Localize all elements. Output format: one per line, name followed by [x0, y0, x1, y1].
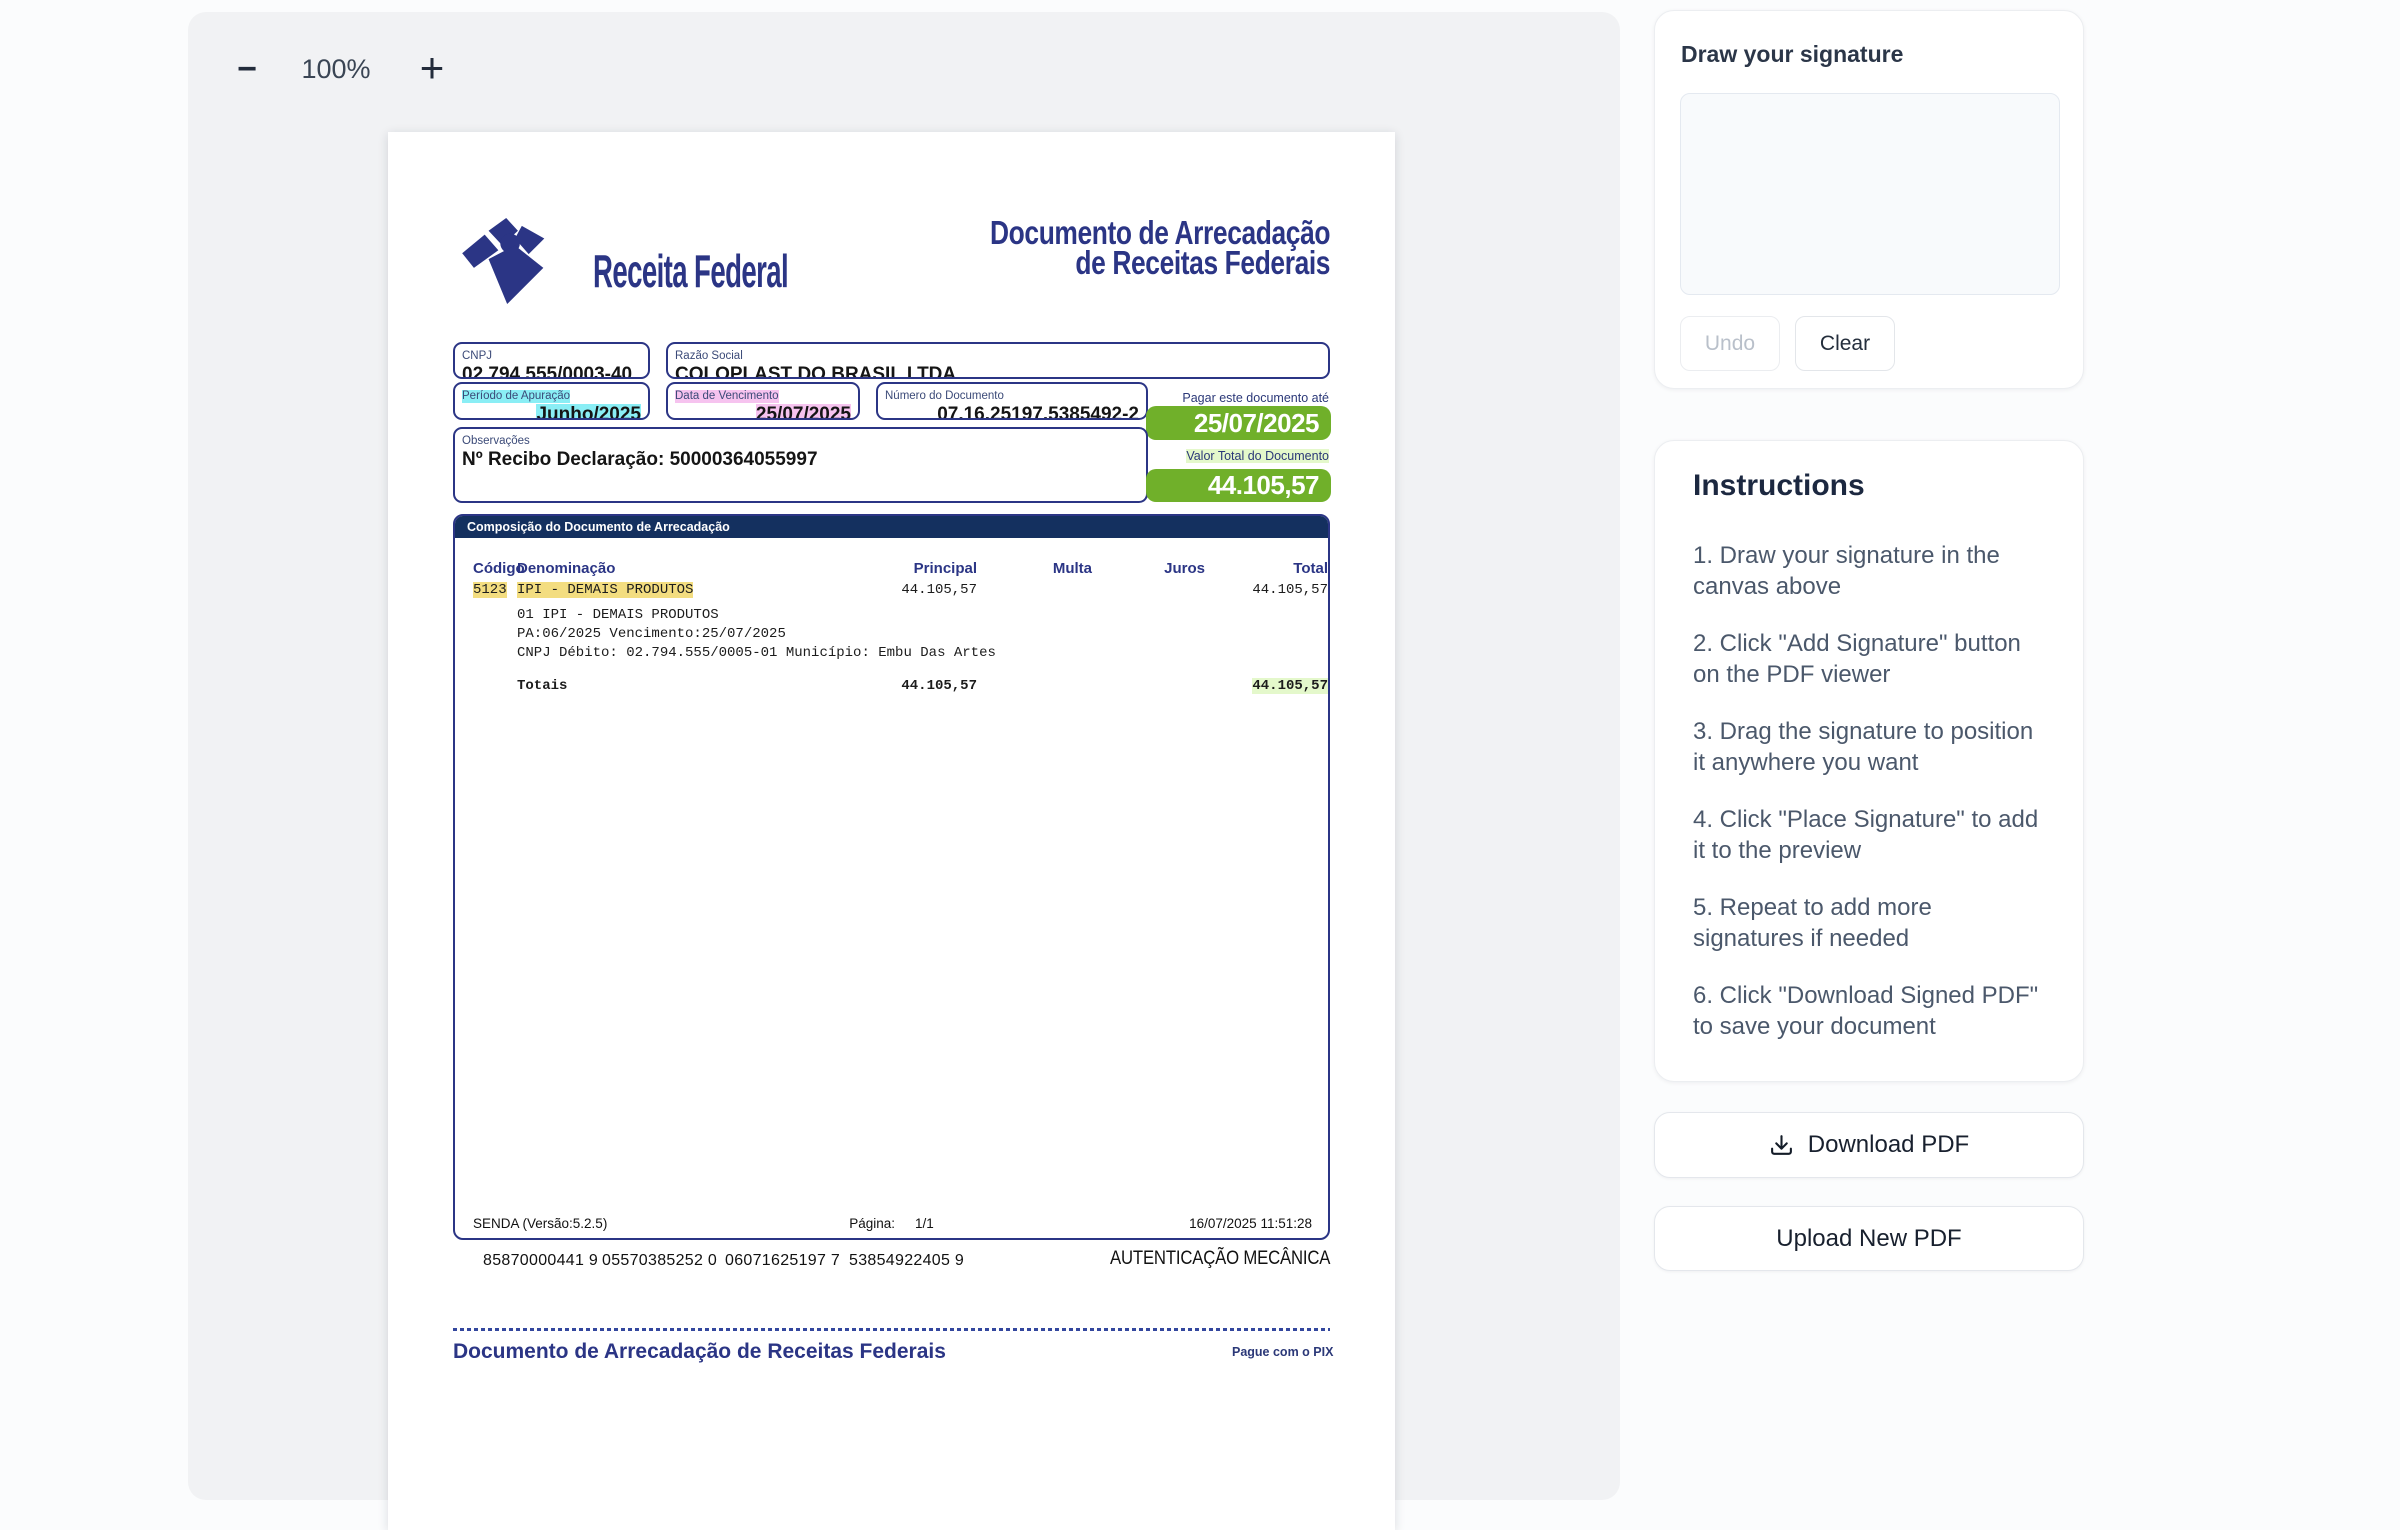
- undo-button[interactable]: Undo: [1680, 316, 1780, 371]
- column-header-total: Total: [455, 560, 1328, 577]
- pix-label: Pague com o PIX: [1232, 1345, 1333, 1359]
- signature-canvas[interactable]: [1680, 93, 2060, 295]
- composition-table: Composição do Documento de Arrecadação C…: [453, 514, 1330, 1240]
- instructions-title: Instructions: [1693, 469, 1865, 503]
- field-periodo-label: Período de Apuração: [462, 390, 570, 403]
- autenticacao-mecanica-label: AUTENTICAÇÃO MECÂNICA: [1110, 1248, 1330, 1270]
- field-numero-label: Número do Documento: [885, 390, 1004, 403]
- instructions-steps: 1. Draw your signature in the canvas abo…: [1693, 540, 2049, 1068]
- field-observacoes-label: Observações: [462, 435, 530, 448]
- composition-table-header-bar: Composição do Documento de Arrecadação: [455, 516, 1328, 538]
- valor-total-label-wrap: Valor Total do Documento: [1029, 449, 1329, 463]
- upload-new-pdf-label: Upload New PDF: [1776, 1225, 1961, 1253]
- document-title-line2: de Receitas Federais: [990, 248, 1330, 278]
- zoom-out-button[interactable]: −: [224, 46, 270, 92]
- zoom-in-button[interactable]: +: [406, 42, 458, 94]
- field-razao-social-value: COLOPLAST DO BRASIL LTDA: [675, 364, 1321, 379]
- pagar-ate-value: 25/07/2025: [1194, 408, 1319, 439]
- receita-federal-logo-icon: [460, 218, 568, 306]
- field-vencimento-label: Data de Vencimento: [675, 390, 779, 403]
- cut-line-separator: [453, 1328, 1330, 1331]
- second-copy-title: Documento de Arrecadação de Receitas Fed…: [453, 1340, 946, 1364]
- instruction-step: 3. Drag the signature to position it any…: [1693, 716, 2049, 778]
- pagar-ate-value-box: 25/07/2025: [1146, 406, 1331, 440]
- plus-icon: +: [420, 47, 445, 89]
- instruction-step: 1. Draw your signature in the canvas abo…: [1693, 540, 2049, 602]
- footer-app-version: SENDA (Versão:5.2.5): [473, 1216, 607, 1231]
- field-cnpj-label: CNPJ: [462, 350, 492, 363]
- field-razao-social: Razão Social COLOPLAST DO BRASIL LTDA: [666, 342, 1330, 379]
- field-cnpj: CNPJ 02.794.555/0003-40: [453, 342, 650, 379]
- field-cnpj-value: 02.794.555/0003-40: [462, 364, 641, 379]
- minus-icon: −: [237, 52, 257, 86]
- row-detail-lines: 01 IPI - DEMAIS PRODUTOS PA:06/2025 Venc…: [517, 606, 996, 663]
- barcode-number-2: 05570385252 0: [602, 1252, 717, 1270]
- instruction-step: 6. Click "Download Signed PDF" to save y…: [1693, 980, 2049, 1042]
- totals-total: 44.105,57: [455, 678, 1328, 694]
- pagar-ate-label: Pagar este documento até: [1029, 391, 1329, 405]
- instructions-panel: Instructions 1. Draw your signature in t…: [1654, 440, 2084, 1082]
- valor-total-value: 44.105,57: [1208, 470, 1319, 501]
- barcode-number-3: 06071625197 7: [725, 1252, 840, 1270]
- footer-page-indicator: Página: 1/1: [849, 1216, 934, 1231]
- pdf-page: Receita Federal Documento de Arrecadação…: [388, 132, 1395, 1530]
- instruction-step: 4. Click "Place Signature" to add it to …: [1693, 804, 2049, 866]
- valor-total-value-box: 44.105,57: [1146, 469, 1331, 502]
- footer-datetime: 16/07/2025 11:51:28: [1189, 1216, 1312, 1231]
- barcode-number-1: 85870000441 9: [483, 1252, 598, 1270]
- clear-button[interactable]: Clear: [1795, 316, 1895, 371]
- download-icon: [1769, 1133, 1794, 1158]
- pdf-viewer-panel: − 100% + Receita Federal Documento de Ar…: [188, 12, 1620, 1500]
- field-periodo-apuracao: Período de Apuração Junho/2025: [453, 382, 650, 420]
- row-total: 44.105,57: [455, 582, 1328, 598]
- signature-panel: Draw your signature Undo Clear: [1654, 10, 2084, 389]
- instruction-step: 5. Repeat to add more signatures if need…: [1693, 892, 2049, 954]
- zoom-level: 100%: [296, 54, 376, 85]
- download-pdf-button[interactable]: Download PDF: [1654, 1112, 2084, 1178]
- field-periodo-value: Junho/2025: [536, 404, 641, 420]
- field-razao-social-label: Razão Social: [675, 350, 743, 363]
- field-observacoes: Observações Nº Recibo Declaração: 500003…: [453, 427, 1148, 503]
- valor-total-label: Valor Total do Documento: [1186, 449, 1329, 463]
- document-title: Documento de Arrecadação de Receitas Fed…: [905, 218, 1330, 278]
- receita-federal-logo-text: Receita Federal: [593, 244, 788, 298]
- download-pdf-label: Download PDF: [1808, 1131, 1969, 1159]
- instruction-step: 2. Click "Add Signature" button on the P…: [1693, 628, 2049, 690]
- field-vencimento-value: 25/07/2025: [756, 404, 851, 420]
- field-numero-value: 07.16.25197.5385492-2: [885, 404, 1139, 420]
- signature-panel-title: Draw your signature: [1681, 41, 1903, 68]
- barcode-number-4: 53854922405 9: [849, 1252, 964, 1270]
- upload-new-pdf-button[interactable]: Upload New PDF: [1654, 1206, 2084, 1271]
- field-data-vencimento: Data de Vencimento 25/07/2025: [666, 382, 860, 420]
